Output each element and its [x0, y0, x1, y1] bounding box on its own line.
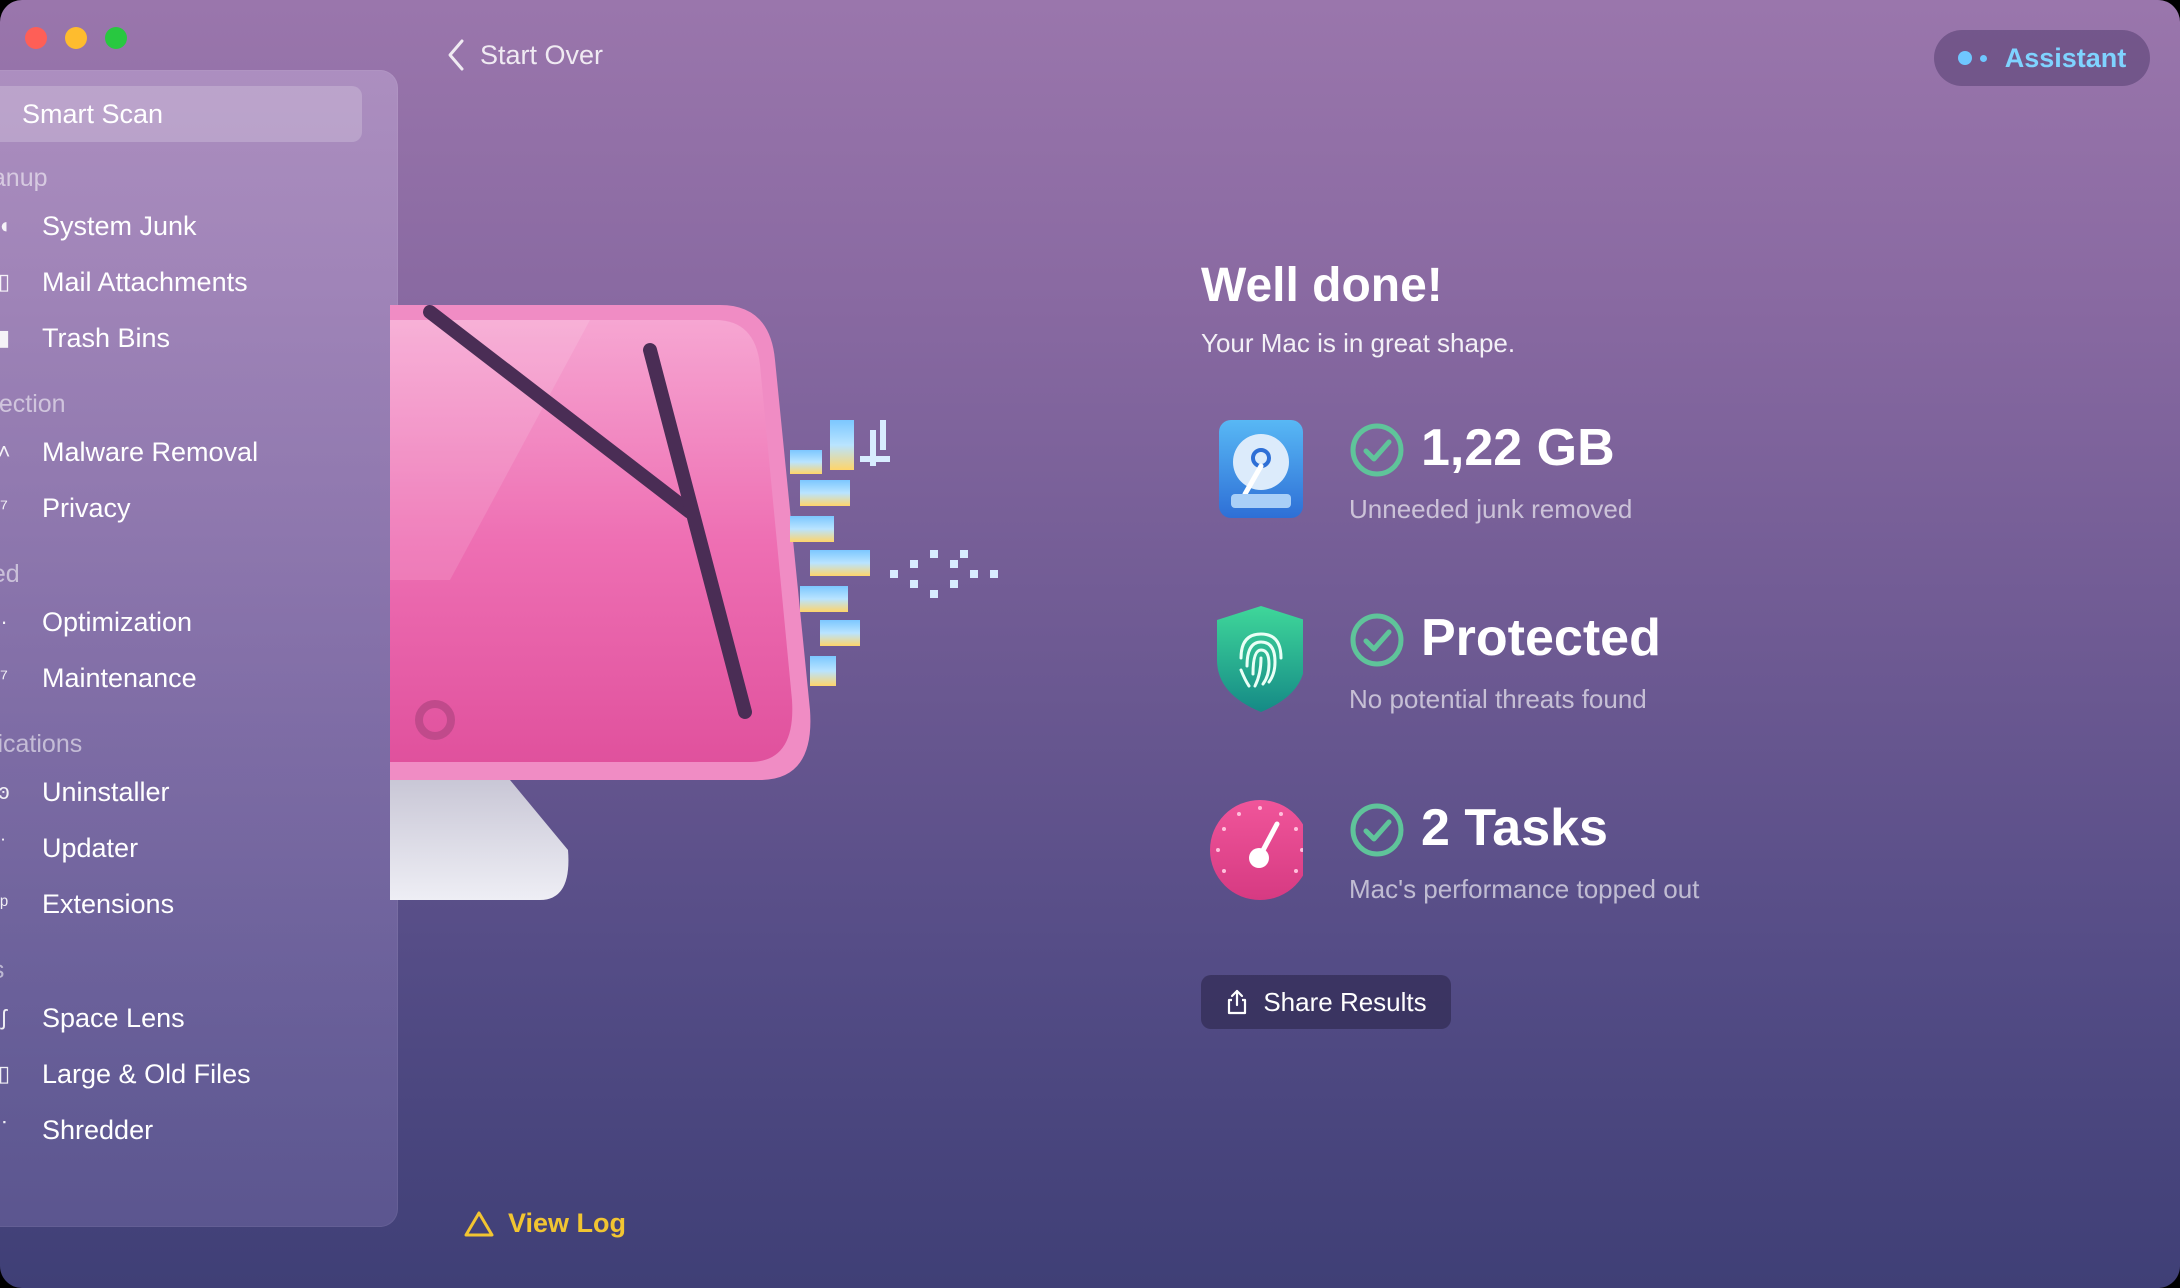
view-log-button[interactable]: View Log — [464, 1208, 626, 1239]
assistant-button[interactable]: Assistant — [1934, 30, 2150, 86]
sidebar-item-space-lens[interactable]: ʃ Space Lens — [0, 990, 370, 1046]
malware-icon: ˄ — [0, 439, 11, 464]
privacy-icon: ⁷ — [0, 495, 8, 520]
system-junk-icon: ◖ — [0, 213, 11, 238]
sidebar-item-privacy[interactable]: ⁷ Privacy — [0, 480, 370, 536]
result-value: Protected — [1421, 609, 1661, 667]
warning-icon — [464, 1211, 494, 1236]
sidebar-item-optimization[interactable]: · Optimization — [0, 594, 370, 650]
updater-icon: ˙ — [0, 835, 8, 860]
section-speed: eed — [0, 560, 20, 588]
sidebar-item-smart-scan[interactable]: ⌂ Smart Scan — [0, 86, 362, 142]
result-description: Unneeded junk removed — [1349, 494, 1633, 524]
section-protection: otection — [0, 390, 66, 418]
check-icon — [1350, 803, 1404, 857]
section-files: es — [0, 956, 4, 985]
uninstaller-icon: ͽ — [0, 779, 10, 804]
minimize-window-button[interactable] — [65, 27, 87, 49]
sidebar-item-large-old-files[interactable]: ▯ Large & Old Files — [0, 1046, 370, 1102]
sidebar-item-updater[interactable]: ˙ Updater — [0, 820, 370, 876]
sidebar-item-mail-attachments[interactable]: ▯ Mail Attachments — [0, 254, 370, 310]
speedometer-icon — [1210, 800, 1303, 900]
app-window: ⌂ Smart Scan eanup ◖ System Junk ▯ Mail … — [0, 0, 2180, 1288]
files-icon: ▯ — [0, 1061, 11, 1086]
maintenance-icon: ⁷ — [0, 665, 8, 690]
section-applications: plications — [0, 730, 83, 758]
section-cleanup: eanup — [0, 164, 48, 192]
hard-drive-icon — [1219, 420, 1303, 518]
fingerprint-shield-icon — [1217, 606, 1303, 712]
sidebar-item-system-junk[interactable]: ◖ System Junk — [0, 198, 370, 254]
shredder-icon: ᐝ — [1, 1117, 7, 1142]
zoom-window-button[interactable] — [105, 27, 127, 49]
share-icon — [1228, 989, 1247, 1015]
mail-icon: ▯ — [0, 269, 11, 294]
sidebar-item-uninstaller[interactable]: ͽ Uninstaller — [0, 764, 370, 820]
result-description: No potential threats found — [1349, 684, 1647, 714]
trash-icon: ▮ — [0, 325, 11, 350]
space-lens-icon: ʃ — [1, 1005, 7, 1030]
sidebar-item-malware-removal[interactable]: ˄ Malware Removal — [0, 424, 370, 480]
result-description: Mac's performance topped out — [1349, 874, 1700, 904]
result-value: 1,22 GB — [1421, 419, 1615, 477]
optimization-icon: · — [0, 609, 8, 634]
extensions-icon: ᵖ — [0, 891, 9, 916]
result-junk: 1,22 GB Unneeded junk removed — [1201, 414, 1901, 554]
sidebar: ⌂ Smart Scan eanup ◖ System Junk ▯ Mail … — [0, 70, 398, 1227]
share-results-button[interactable]: Share Results — [1201, 975, 1451, 1029]
sidebar-item-shredder[interactable]: ᐝ Shredder — [0, 1102, 370, 1158]
result-performance: 2 Tasks Mac's performance topped out — [1201, 794, 1901, 934]
sidebar-item-extensions[interactable]: ᵖ Extensions — [0, 876, 370, 932]
check-icon — [1350, 613, 1404, 667]
cleanmymac-illustration — [390, 305, 998, 900]
page-title: Well done! — [1201, 259, 1443, 312]
sidebar-item-maintenance[interactable]: ⁷ Maintenance — [0, 650, 370, 706]
sidebar-item-trash-bins[interactable]: ▮ Trash Bins — [0, 310, 370, 366]
page-subtitle: Your Mac is in great shape. — [1201, 328, 1516, 358]
result-protection: Protected No potential threats found — [1201, 604, 1901, 744]
start-over-button[interactable]: Start Over — [446, 38, 603, 72]
close-window-button[interactable] — [25, 27, 47, 49]
assistant-dot-icon — [1957, 51, 1972, 65]
check-icon — [1350, 423, 1404, 477]
chevron-left-icon — [448, 39, 464, 71]
assistant-dot-small-icon — [1979, 54, 1987, 62]
result-value: 2 Tasks — [1421, 799, 1608, 857]
